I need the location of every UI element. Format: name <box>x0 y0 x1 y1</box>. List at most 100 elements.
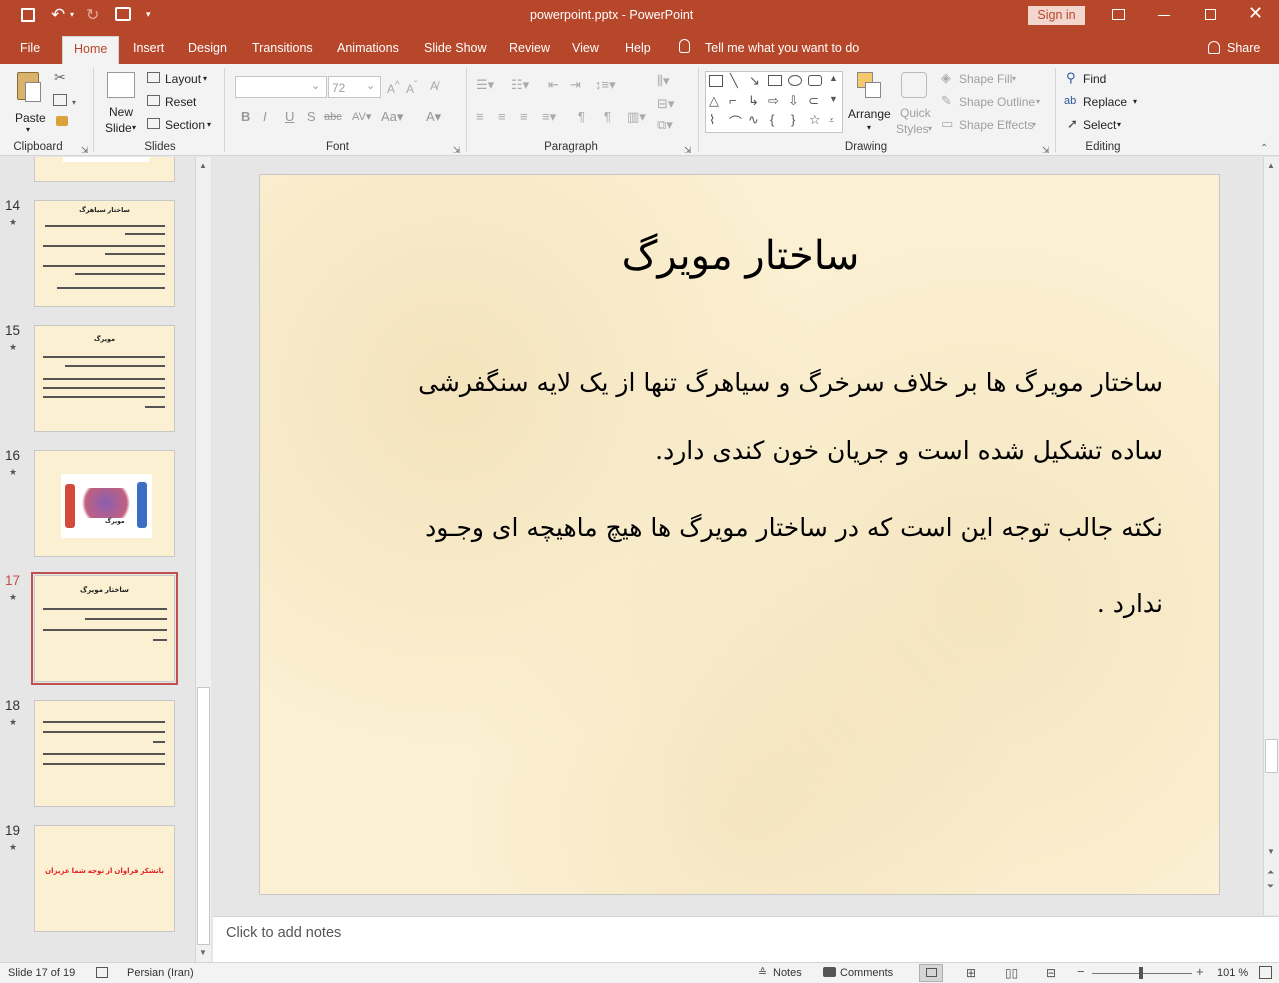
align-center-icon[interactable]: ≡ <box>498 110 506 124</box>
shape-effects-button[interactable]: Shape Effects <box>959 118 1034 132</box>
shape-fill-dropdown-icon[interactable]: ▾ <box>1012 74 1016 83</box>
next-slide-icon[interactable]: ⏷ <box>1267 881 1274 892</box>
shapes-gallery[interactable]: ╲ ↘ △ ⌐ ↳ ⇨ ⇩ ⊂ ⌇ ⌒ ∿ { } ☆ ▲ ▼ ⩡ <box>705 71 843 133</box>
select-dropdown-icon[interactable]: ▾ <box>1117 120 1121 129</box>
slide-thumbnail[interactable] <box>34 700 175 807</box>
font-launcher-icon[interactable]: ⇲ <box>453 143 461 157</box>
right-brace-shape-icon[interactable]: } <box>791 112 795 127</box>
replace-dropdown-icon[interactable]: ▾ <box>1133 97 1137 106</box>
font-size-combo[interactable]: 72 ⌄ <box>328 76 381 98</box>
arrange-button[interactable]: Arrange ▾ <box>847 70 893 136</box>
slide-thumbnail[interactable]: ساختار سیاهرگ <box>34 200 175 307</box>
spell-check-icon[interactable] <box>96 967 108 978</box>
decrease-font-icon[interactable]: Aˇ <box>406 79 417 96</box>
slide-body-line-4[interactable]: ندارد . <box>303 589 1163 618</box>
section-dropdown-icon[interactable]: ▾ <box>207 120 211 129</box>
layout-dropdown-icon[interactable]: ▾ <box>203 74 207 83</box>
notes-pane[interactable]: Click to add notes <box>213 916 1279 962</box>
slide-thumbnail[interactable]: باتشکر فراوان از توجه شما عزیزان <box>34 825 175 932</box>
text-direction-icon[interactable]: ⫼▾ <box>657 74 670 88</box>
slide-thumbnail-selected[interactable]: ساختار مویرگ <box>31 572 178 685</box>
ltr-icon[interactable]: ¶ <box>604 110 611 124</box>
slide-thumbnail-pane[interactable]: 14 ★ ساختار سیاهرگ 15 ★ مویرگ 16 ★ مویرگ… <box>0 157 212 962</box>
reading-view-icon[interactable]: ▯▯ <box>1005 966 1018 980</box>
down-arrow-shape-icon[interactable]: ⇩ <box>788 93 799 109</box>
star-shape-icon[interactable]: ☆ <box>809 112 821 128</box>
textbox-shape-icon[interactable] <box>709 75 723 87</box>
align-left-icon[interactable]: ≡ <box>476 110 484 124</box>
start-from-beginning-icon[interactable] <box>115 7 131 21</box>
increase-indent-icon[interactable]: ⇥ <box>570 78 581 92</box>
character-spacing-icon[interactable]: AV▾ <box>352 110 371 124</box>
shape-outline-button[interactable]: Shape Outline <box>959 95 1035 109</box>
left-brace-shape-icon[interactable]: { <box>770 112 774 127</box>
slide-counter[interactable]: Slide 17 of 19 <box>8 967 75 979</box>
zoom-out-icon[interactable]: − <box>1077 964 1085 979</box>
zoom-level[interactable]: 101 % <box>1217 967 1248 979</box>
clipboard-launcher-icon[interactable]: ⇲ <box>81 143 89 157</box>
scroll-up-icon[interactable]: ▲ <box>1267 161 1275 170</box>
notes-placeholder[interactable]: Click to add notes <box>226 925 341 941</box>
paste-button[interactable]: Paste ▾ <box>8 70 50 136</box>
slide-thumbnail[interactable] <box>34 157 175 182</box>
freeform-shape-icon[interactable]: ∿ <box>748 112 759 128</box>
increase-font-icon[interactable]: A^ <box>387 79 400 96</box>
italic-icon[interactable]: I <box>263 110 267 124</box>
layout-button[interactable]: Layout <box>165 72 201 86</box>
slide-sorter-icon[interactable]: ⊞ <box>966 966 976 980</box>
right-arrow-shape-icon[interactable]: ⇨ <box>768 93 779 109</box>
bullets-icon[interactable]: ☰▾ <box>476 78 494 92</box>
tab-design[interactable]: Design <box>188 41 227 55</box>
select-button[interactable]: Select <box>1083 118 1116 132</box>
triangle-shape-icon[interactable]: △ <box>709 93 719 109</box>
font-color-icon[interactable]: A▾ <box>426 110 441 124</box>
rtl-icon[interactable]: ¶ <box>578 110 585 124</box>
strikethrough-icon[interactable]: abc <box>324 110 342 124</box>
slide-thumbnail[interactable]: مویرگ <box>34 325 175 432</box>
close-icon[interactable]: ✕ <box>1248 3 1263 24</box>
arrow-shape-icon[interactable]: ↘ <box>749 73 760 89</box>
copy-icon[interactable] <box>53 94 67 106</box>
smartart-icon[interactable]: ⧉▾ <box>657 118 673 132</box>
tab-help[interactable]: Help <box>625 41 651 55</box>
bold-icon[interactable]: B <box>241 110 250 124</box>
gallery-scroll-up-icon[interactable]: ▲ <box>829 73 838 83</box>
decrease-indent-icon[interactable]: ⇤ <box>548 78 559 92</box>
share-button[interactable]: Share <box>1227 41 1260 55</box>
zoom-in-icon[interactable]: + <box>1196 964 1204 979</box>
section-button[interactable]: Section <box>165 118 205 132</box>
align-right-icon[interactable]: ≡ <box>520 110 528 124</box>
scroll-thumb[interactable] <box>1265 739 1278 773</box>
quick-styles-button[interactable]: Quick Styles ▾ <box>895 70 937 136</box>
restore-icon[interactable] <box>1205 9 1216 20</box>
scroll-up-icon[interactable]: ▲ <box>199 161 207 170</box>
slide-body-line-3[interactable]: نکته جالب توجه این است که در ساختار مویر… <box>303 513 1163 542</box>
tab-home[interactable]: Home <box>62 36 120 64</box>
format-painter-icon[interactable] <box>56 116 68 126</box>
new-slide-button[interactable]: New Slide ▾ <box>100 70 142 136</box>
shape-effects-dropdown-icon[interactable]: ▾ <box>1032 120 1036 129</box>
undo-icon[interactable]: ↶ <box>51 5 65 25</box>
slide-canvas[interactable]: ساختار مویرگ ساختار مویرگ ها بر خلاف سرخ… <box>259 174 1220 895</box>
underline-icon[interactable]: U <box>285 110 294 124</box>
fit-slide-icon[interactable] <box>1259 966 1272 979</box>
ribbon-display-options-icon[interactable] <box>1112 9 1125 20</box>
replace-button[interactable]: Replace <box>1083 95 1127 109</box>
previous-slide-icon[interactable]: ⏶ <box>1267 867 1274 878</box>
slide-body-line-1[interactable]: ساختار مویرگ ها بر خلاف سرخرگ و سیاهرگ ت… <box>303 368 1163 397</box>
font-name-combo[interactable]: ⌄ <box>235 76 327 98</box>
reset-button[interactable]: Reset <box>165 95 196 109</box>
rounded-rect-shape-icon[interactable] <box>808 75 822 86</box>
shadow-icon[interactable]: S <box>307 110 316 124</box>
justify-icon[interactable]: ≡▾ <box>542 110 556 124</box>
find-button[interactable]: Find <box>1083 72 1106 86</box>
oval-shape-icon[interactable] <box>788 75 802 86</box>
slide-show-icon[interactable]: ⊟ <box>1046 966 1056 980</box>
slide-body-line-2[interactable]: ساده تشکیل شده است و جریان خون کندی دارد… <box>303 436 1163 465</box>
gallery-more-icon[interactable]: ⩡ <box>829 115 834 126</box>
tab-file[interactable]: File <box>20 41 40 55</box>
connector-shape-icon[interactable]: ⌐ <box>729 93 737 108</box>
tab-review[interactable]: Review <box>509 41 550 55</box>
language-indicator[interactable]: Persian (Iran) <box>127 967 194 979</box>
tab-insert[interactable]: Insert <box>133 41 164 55</box>
